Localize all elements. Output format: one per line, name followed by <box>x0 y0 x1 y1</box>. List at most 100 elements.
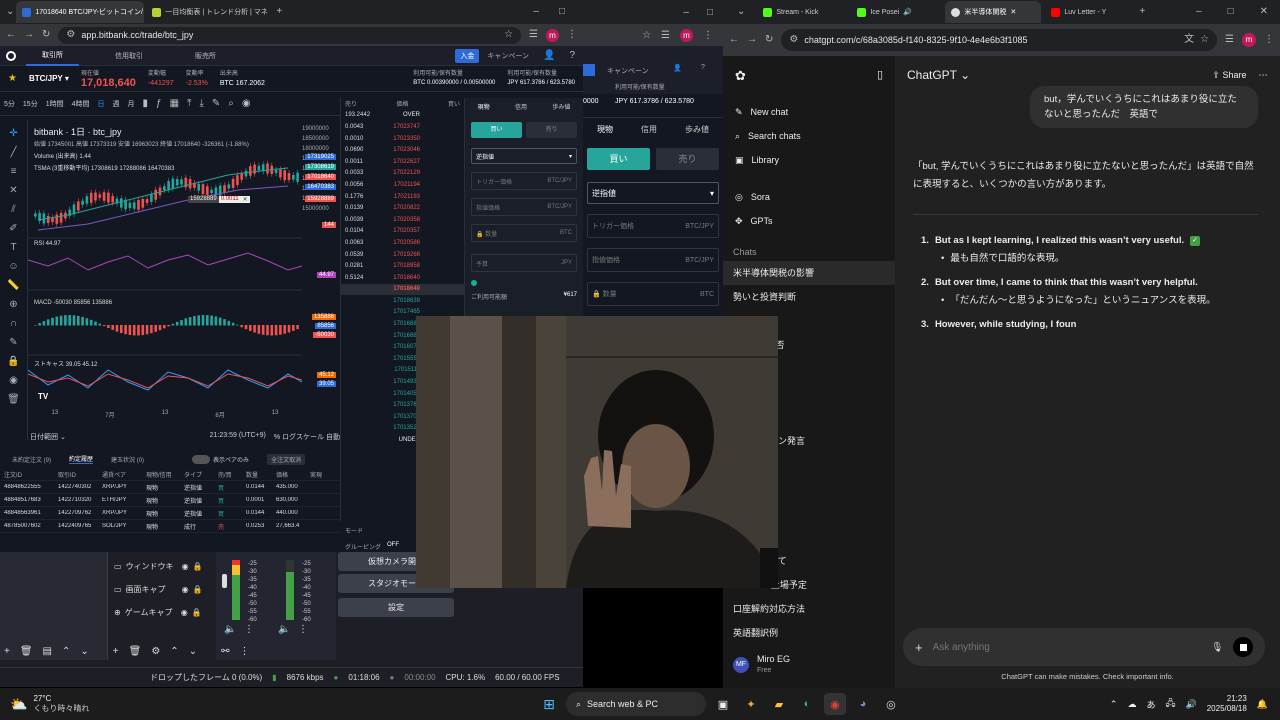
history-row[interactable]: 48848517683 1422710320 ETH/JPY 現物 逆指値 買 0.0001… <box>0 494 340 507</box>
menu-icon[interactable]: ⋮ <box>703 30 713 41</box>
indicator-icon[interactable]: ƒ <box>156 98 162 109</box>
ask-row[interactable]: 0.0011 17022627 <box>341 156 464 168</box>
more-icon[interactable]: ⋯ <box>1259 70 1269 81</box>
reload-icon[interactable]: ↻ <box>42 30 50 40</box>
volume-slider[interactable] <box>222 574 227 588</box>
close-icon[interactable]: ✕ <box>1010 8 1016 16</box>
history-row[interactable]: 48848563961 1422709762 XRP/JPY 現物 逆指値 買 0.0144… <box>0 507 340 520</box>
tab-open-orders[interactable]: 未約定注文 (9) <box>12 455 51 464</box>
quantity-input[interactable]: 🔒 数量 BTC <box>587 282 719 306</box>
sidebar-toggle-icon[interactable]: ▯ <box>877 68 883 84</box>
tab-ice-poseidon[interactable]: Ice Posei 🔊 <box>851 1 941 23</box>
tab-executions[interactable]: 約定履歴 <box>69 454 94 464</box>
extensions-icon[interactable]: ☰ <box>529 30 538 40</box>
minimize-icon[interactable]: – <box>683 7 689 18</box>
lock-icon[interactable]: 🔒 <box>7 356 19 367</box>
file-explorer-icon[interactable]: ▰ <box>768 693 790 715</box>
profile-avatar[interactable]: m <box>546 28 559 42</box>
upload-icon[interactable]: ⤒ <box>187 98 191 109</box>
bookmark-star-icon[interactable]: ☆ <box>642 30 651 41</box>
volume-icon[interactable]: 🔊 <box>1186 699 1197 710</box>
chat-history-item[interactable]: 米半導体関税の影響 <box>723 261 895 285</box>
order-type-select[interactable]: 逆指値 ▾ <box>471 148 577 164</box>
trigger-price-input[interactable]: トリガー価格 BTC/JPY <box>471 172 577 190</box>
chrome-icon[interactable]: ◉ <box>823 693 846 715</box>
deposit-button[interactable]: 入金 <box>455 48 480 63</box>
more-icon[interactable]: ⋮ <box>244 624 254 635</box>
fib-icon[interactable]: ≡ <box>11 166 17 177</box>
tab-trades[interactable]: 歩み値 <box>552 102 570 111</box>
reload-icon[interactable]: ↻ <box>765 35 773 45</box>
eye-icon[interactable]: ◉ <box>181 608 188 617</box>
microphone-icon[interactable]: 🎙 <box>1211 642 1223 653</box>
clock[interactable]: 21:23 2025/08/18 <box>1207 694 1247 714</box>
tf-5m[interactable]: 5分 <box>4 99 15 109</box>
ask-row[interactable]: 0.0690 17023046 <box>341 144 464 156</box>
new-chat-item[interactable]: ✎ New chat <box>723 100 895 124</box>
cursor-icon[interactable]: ✛ <box>9 128 17 139</box>
model-selector[interactable]: ChatGPT ⌄ <box>907 68 970 82</box>
gpts-item[interactable]: ✥ GPTs <box>723 209 895 233</box>
network-icon[interactable]: 🖧 <box>1165 696 1175 712</box>
share-button[interactable]: ⇪ Share <box>1212 70 1246 81</box>
profile-avatar[interactable]: m <box>1242 33 1256 47</box>
menu-icon[interactable]: ⋮ <box>1264 35 1274 45</box>
chat-history-item[interactable]: 英語翻訳例 <box>723 621 895 645</box>
filter-icon[interactable]: ▤ <box>43 646 52 657</box>
nav-square[interactable] <box>583 64 595 76</box>
search-chats-item[interactable]: ⌕ Search chats <box>723 124 895 148</box>
back-icon[interactable]: ← <box>6 30 16 40</box>
ask-row[interactable]: 0.1776 17021193 <box>341 191 464 203</box>
extensions-icon[interactable]: ☰ <box>1225 35 1234 45</box>
tab-positions[interactable]: 建玉状況 (0) <box>111 455 144 464</box>
taskbar-search[interactable]: ⌕ Search web & PC <box>565 692 706 716</box>
channel-icon[interactable]: ⫽ <box>11 204 15 215</box>
down-icon[interactable]: ⌄ <box>80 646 88 657</box>
minimize-icon[interactable]: – <box>1196 7 1202 17</box>
nav-retail[interactable]: 販売所 <box>179 51 232 61</box>
tab-kick[interactable]: Stream - Kick <box>757 1 847 23</box>
ask-row[interactable]: 0.0063 17020586 <box>341 237 464 249</box>
ask-row[interactable]: 0.0043 17023747 <box>341 121 464 133</box>
buy-button[interactable]: 買い <box>471 122 522 138</box>
price-chart[interactable]: bitbank · 1日 · btc_jpy 始値 17345001 高値 17… <box>28 120 338 420</box>
pattern-icon[interactable]: ✕ <box>9 185 17 196</box>
buy-button[interactable]: 買い <box>587 148 650 170</box>
copilot-icon[interactable]: ✦ <box>740 693 762 715</box>
site-info-icon[interactable]: ⚙ <box>789 35 798 45</box>
pair-select[interactable]: BTC/JPY ▾ <box>29 74 69 83</box>
chat-history-item[interactable]: 勢いと投資判断 <box>723 285 895 309</box>
link-icon[interactable]: ⚯ <box>221 646 229 657</box>
campaign-link[interactable]: キャンペーン <box>607 66 649 76</box>
trendline-icon[interactable]: ╱ <box>10 147 16 158</box>
emoji-icon[interactable]: ☺ <box>8 261 18 272</box>
add-icon[interactable]: + <box>4 646 10 657</box>
eye-icon[interactable]: ◉ <box>9 375 18 386</box>
history-row[interactable]: 48785007602 1422409765 SOL/JPY 現物 成行 売 0.0253 2… <box>0 520 340 533</box>
maximize-icon[interactable]: □ <box>707 7 713 18</box>
site-info-icon[interactable]: ⚙ <box>66 30 75 40</box>
more-icon[interactable]: ⋮ <box>298 624 308 635</box>
new-tab-icon[interactable]: + <box>276 7 282 17</box>
tf-1d[interactable]: 日 <box>98 99 105 109</box>
eraser-icon[interactable]: ✎ <box>212 98 220 109</box>
ask-row[interactable]: 0.5124 17018640 <box>341 272 464 284</box>
plus-icon[interactable]: + <box>915 640 923 655</box>
nav-margin[interactable]: 信用取引 <box>99 51 159 61</box>
favorite-star-icon[interactable]: ★ <box>8 73 17 84</box>
ask-row[interactable]: 0.0281 17018958 <box>341 260 464 272</box>
eye-icon[interactable]: ◉ <box>182 585 189 594</box>
bid-row[interactable]: 17018639 <box>341 295 464 307</box>
bookmark-star-icon[interactable]: ☆ <box>1200 35 1209 45</box>
user-icon[interactable]: 👤 <box>543 50 555 61</box>
tf-15m[interactable]: 15分 <box>23 99 38 109</box>
more-icon[interactable]: ⋮ <box>239 646 249 657</box>
grouping-row[interactable]: グルーピング OFF <box>345 542 399 551</box>
source-item[interactable]: ▭ ウィンドウキ ◉ 🔒 <box>108 558 214 575</box>
layout-icon[interactable]: ▦ <box>170 98 179 109</box>
close-window-icon[interactable]: ✕ <box>1260 7 1268 17</box>
text-icon[interactable]: T <box>10 242 16 253</box>
ask-row[interactable]: 0.0539 17019266 <box>341 249 464 261</box>
bookmark-star-icon[interactable]: ☆ <box>504 30 513 40</box>
zoom-icon[interactable]: ⌕ <box>228 98 234 109</box>
